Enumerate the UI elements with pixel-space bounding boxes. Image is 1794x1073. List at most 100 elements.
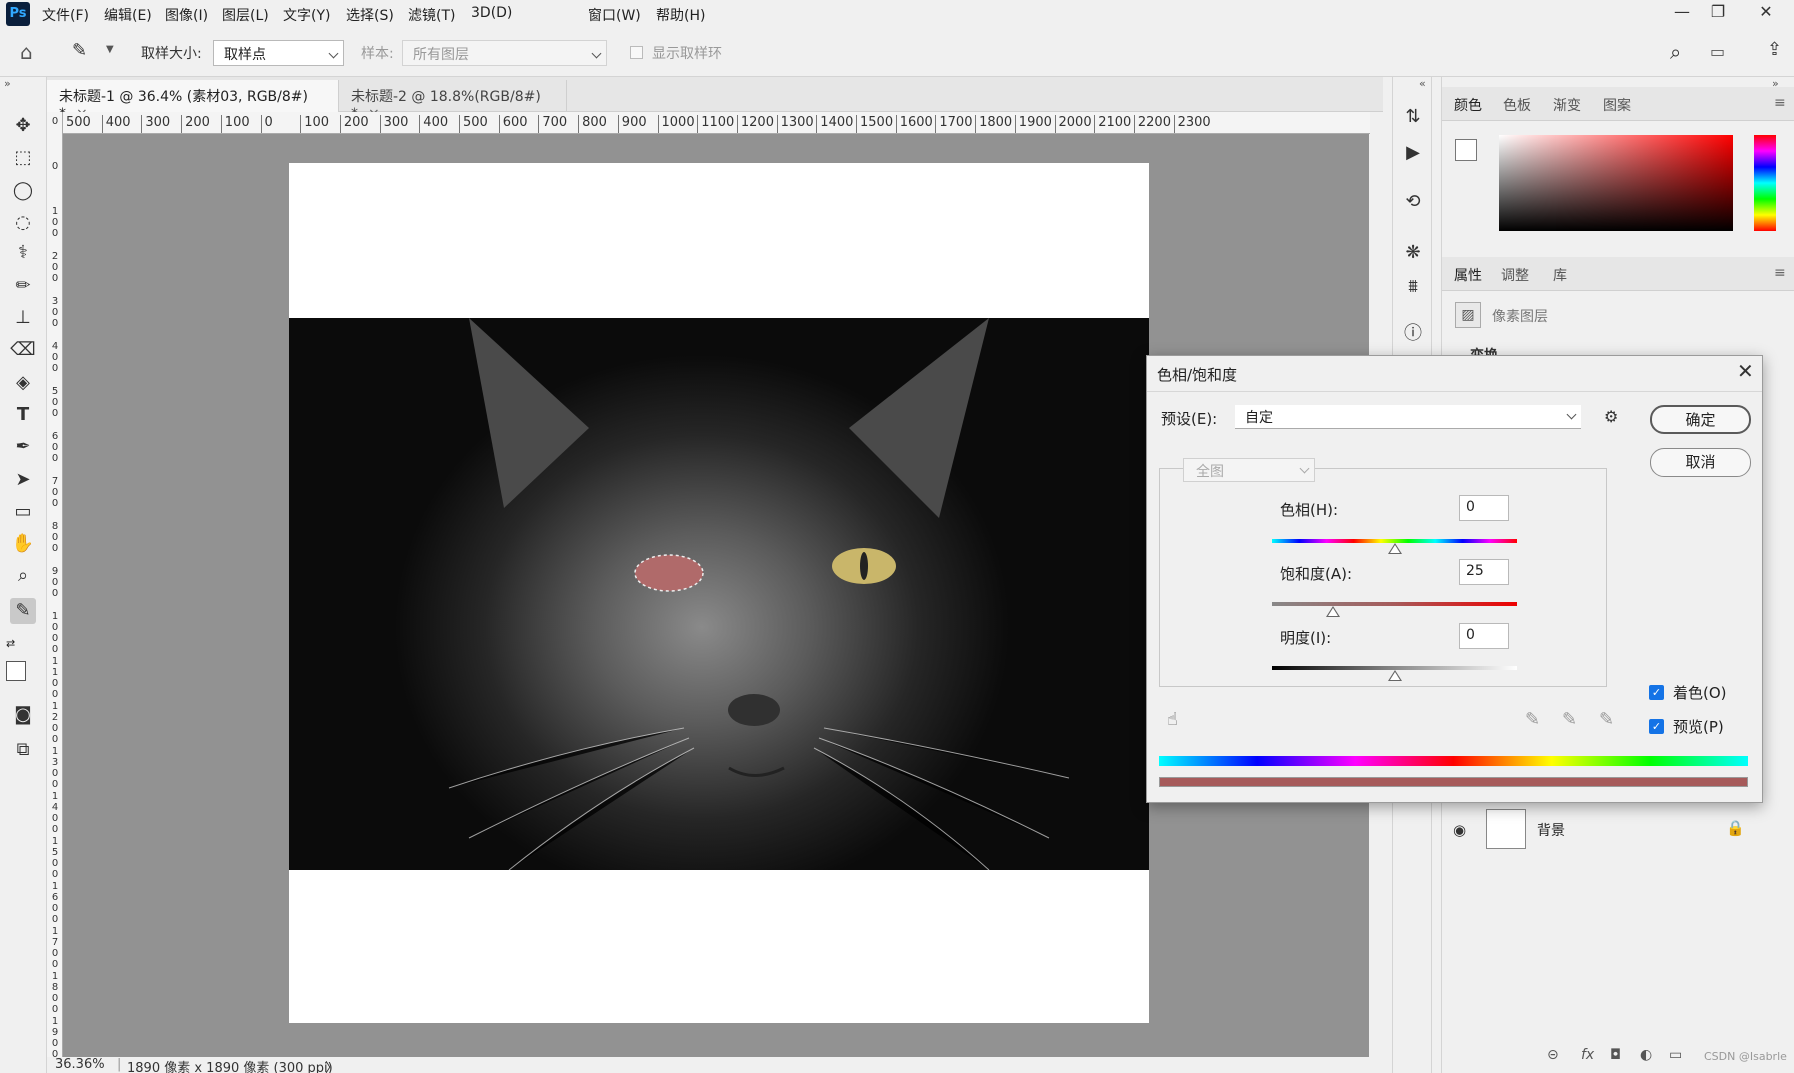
input-color-bar bbox=[1159, 756, 1748, 766]
ruler-tick-label: 0 bbox=[260, 115, 273, 133]
history-brush-icon[interactable]: ⇅ bbox=[1401, 105, 1425, 129]
preset-select[interactable]: 自定 bbox=[1235, 405, 1581, 429]
hue-input[interactable]: 0 bbox=[1459, 495, 1509, 521]
move-tool-icon[interactable]: ✥ bbox=[10, 113, 36, 139]
tab-color[interactable]: 颜色 bbox=[1454, 95, 1482, 115]
lightness-input[interactable]: 0 bbox=[1459, 623, 1509, 649]
tab-document-2[interactable]: 未标题-2 @ 18.8%(RGB/8#) *× bbox=[339, 80, 567, 122]
sample-size-select[interactable]: 取样点 bbox=[213, 40, 344, 66]
home-icon[interactable]: ⌂ bbox=[20, 40, 33, 64]
foreground-color-swatch[interactable] bbox=[1455, 139, 1477, 161]
ok-button[interactable]: 确定 bbox=[1650, 405, 1751, 434]
status-menu-arrow[interactable]: 〉 bbox=[325, 1057, 338, 1073]
menu-edit[interactable]: 编辑(E) bbox=[104, 5, 152, 25]
info-icon[interactable]: ⓘ bbox=[1401, 322, 1425, 346]
menu-image[interactable]: 图像(I) bbox=[165, 5, 208, 25]
tab-gradients[interactable]: 渐变 bbox=[1553, 95, 1581, 115]
screen-mode-icon[interactable]: ⧉ bbox=[10, 737, 36, 763]
quick-selection-tool-icon[interactable]: ◌ bbox=[10, 210, 36, 236]
history-icon[interactable]: ⟲ bbox=[1401, 190, 1425, 214]
workspace-icon[interactable]: ▭ bbox=[1710, 42, 1725, 61]
hue-slider-thumb[interactable] bbox=[1387, 543, 1402, 554]
quick-mask-icon[interactable]: ◙ bbox=[10, 702, 36, 728]
actions-play-icon[interactable]: ▶ bbox=[1401, 141, 1425, 165]
zoom-tool-icon[interactable]: ⌕ bbox=[10, 563, 36, 589]
eyedropper-tool-preset-icon[interactable]: ✎ bbox=[72, 40, 87, 61]
panel-menu-icon[interactable]: ≡ bbox=[1774, 265, 1786, 281]
menu-filter[interactable]: 滤镜(T) bbox=[408, 5, 455, 25]
colorize-checkbox[interactable]: ✓ bbox=[1649, 685, 1664, 700]
eyedropper-minus-icon[interactable]: ✎ bbox=[1599, 709, 1614, 730]
marquee-tool-icon[interactable]: ⬚ bbox=[10, 145, 36, 171]
share-icon[interactable]: ⇪ bbox=[1767, 39, 1782, 60]
stamp-tool-icon[interactable]: ⊥ bbox=[10, 305, 36, 331]
lasso-tool-icon[interactable]: ◯ bbox=[10, 178, 36, 204]
eyedropper-icon[interactable]: ✎ bbox=[1525, 709, 1540, 730]
pen-tool-icon[interactable]: ✒ bbox=[10, 434, 36, 460]
gear-icon[interactable]: ⚙ bbox=[1604, 407, 1618, 426]
foreground-color-swatch[interactable] bbox=[6, 661, 26, 681]
eyedropper-plus-icon[interactable]: ✎ bbox=[1562, 709, 1577, 730]
type-tool-icon[interactable]: T bbox=[10, 402, 36, 428]
color-picker-field[interactable] bbox=[1499, 135, 1733, 231]
lightness-slider-thumb[interactable] bbox=[1387, 670, 1402, 681]
menu-help[interactable]: 帮助(H) bbox=[656, 5, 705, 25]
brush-settings-icon[interactable]: ❋ bbox=[1401, 241, 1425, 265]
eye-icon[interactable]: ◉ bbox=[1453, 821, 1466, 839]
cat-illustration bbox=[448, 318, 1070, 870]
adjustment-layer-icon[interactable]: ◐ bbox=[1640, 1047, 1652, 1063]
sample-select[interactable]: 所有图层 bbox=[402, 40, 607, 66]
panel-menu-icon[interactable]: ≡ bbox=[1774, 95, 1786, 111]
restore-button[interactable]: ❐ bbox=[1700, 0, 1736, 26]
tab-document-1[interactable]: 未标题-1 @ 36.4% (素材03, RGB/8#) *× bbox=[47, 80, 339, 122]
targeted-adjustment-hand-icon[interactable]: ☝ bbox=[1167, 709, 1178, 730]
show-ring-checkbox[interactable] bbox=[630, 46, 643, 59]
paint-bucket-tool-icon[interactable]: ◈ bbox=[10, 370, 36, 396]
ruler-tick-label: 2200 bbox=[1133, 115, 1171, 133]
hue-spectrum-bar[interactable] bbox=[1754, 135, 1776, 231]
swap-colors-icon[interactable]: ⇄ bbox=[6, 637, 15, 650]
saturation-slider-track[interactable] bbox=[1272, 602, 1517, 606]
layer-name[interactable]: 背景 bbox=[1537, 820, 1565, 840]
chevron-down-icon[interactable]: ▼ bbox=[106, 44, 114, 55]
minimize-button[interactable]: — bbox=[1664, 0, 1700, 26]
eyedropper-tool-icon[interactable]: ✎ bbox=[10, 598, 36, 624]
brush-tool-icon[interactable]: ✏ bbox=[10, 273, 36, 299]
vertical-ruler[interactable]: 0 0 100 200 300 400 500 600 700 800 900 10001100120… bbox=[47, 112, 63, 1057]
collapse-icon[interactable]: « bbox=[1419, 77, 1426, 90]
ruler-tick-label: 600 bbox=[498, 115, 528, 133]
hand-tool-icon[interactable]: ✋ bbox=[10, 531, 36, 557]
menu-layer[interactable]: 图层(L) bbox=[222, 5, 269, 25]
saturation-input[interactable]: 25 bbox=[1459, 559, 1509, 585]
cat-photo[interactable] bbox=[289, 318, 1149, 870]
link-layers-icon[interactable]: ⊝ bbox=[1547, 1047, 1559, 1063]
expand-panel-icon[interactable]: » bbox=[4, 77, 11, 90]
menu-file[interactable]: 文件(F) bbox=[42, 5, 89, 25]
search-icon[interactable]: ⌕ bbox=[1670, 40, 1681, 64]
cancel-button[interactable]: 取消 bbox=[1650, 448, 1751, 477]
menu-select[interactable]: 选择(S) bbox=[346, 5, 394, 25]
close-icon[interactable]: ✕ bbox=[1737, 359, 1754, 383]
menu-type[interactable]: 文字(Y) bbox=[283, 5, 330, 25]
group-folder-icon[interactable]: ▭ bbox=[1669, 1047, 1682, 1063]
tab-properties[interactable]: 属性 bbox=[1454, 265, 1482, 285]
fx-icon[interactable]: fx bbox=[1581, 1047, 1594, 1063]
rectangle-tool-icon[interactable]: ▭ bbox=[10, 499, 36, 525]
path-selection-tool-icon[interactable]: ➤ bbox=[10, 467, 36, 493]
menu-3d[interactable]: 3D(D) bbox=[471, 5, 512, 21]
menu-window[interactable]: 窗口(W) bbox=[588, 5, 641, 25]
saturation-slider-thumb[interactable] bbox=[1326, 606, 1341, 617]
brushes-icon[interactable]: ⩩ bbox=[1401, 275, 1425, 299]
horizontal-ruler[interactable]: 500 400 300 200 100 0 100 200 300 400 500 600 700 800… bbox=[62, 112, 1370, 134]
preview-checkbox[interactable]: ✓ bbox=[1649, 719, 1664, 734]
tab-libraries[interactable]: 库 bbox=[1553, 265, 1567, 285]
zoom-level[interactable]: 36.36% bbox=[55, 1057, 105, 1072]
tab-patterns[interactable]: 图案 bbox=[1603, 95, 1631, 115]
channel-select[interactable]: 全图 bbox=[1183, 458, 1315, 482]
healing-brush-tool-icon[interactable]: ⚕ bbox=[10, 240, 36, 266]
tab-adjustments[interactable]: 调整 bbox=[1501, 265, 1529, 285]
close-window-button[interactable]: ✕ bbox=[1748, 0, 1784, 26]
mask-icon[interactable]: ◘ bbox=[1610, 1047, 1621, 1063]
tab-swatches[interactable]: 色板 bbox=[1503, 95, 1531, 115]
eraser-tool-icon[interactable]: ⌫ bbox=[10, 337, 36, 363]
